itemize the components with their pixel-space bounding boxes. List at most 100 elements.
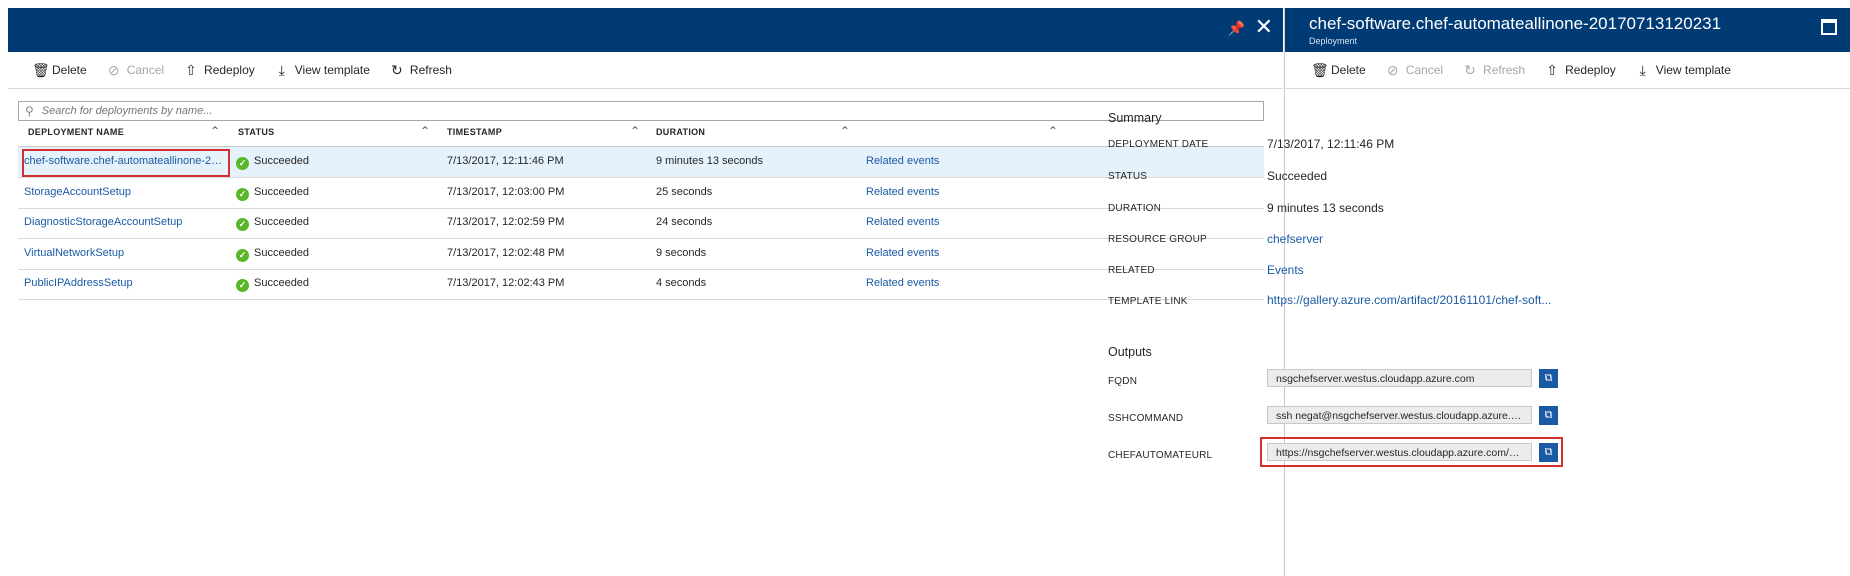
outputs-heading: Outputs xyxy=(1108,345,1152,359)
deployment-name-link[interactable]: VirtualNetworkSetup xyxy=(24,247,224,259)
close-icon[interactable]: ✕ xyxy=(1255,14,1273,40)
toolbar-button-label: Cancel xyxy=(126,63,165,77)
status-text: Succeeded xyxy=(254,277,310,289)
success-check-icon: ✓ xyxy=(236,218,249,231)
output-label-fqdn: FQDN xyxy=(1108,376,1138,387)
download-icon: ⤓ xyxy=(1639,61,1646,78)
download-icon: ⤓ xyxy=(278,61,285,78)
related-events-link[interactable]: Related events xyxy=(866,216,939,228)
sort-icon[interactable]: ⌃ xyxy=(840,124,850,138)
sort-icon[interactable]: ⌃ xyxy=(1048,124,1058,138)
table-header: DEPLOYMENT NAME ⌃ STATUS ⌃ TIMESTAMP ⌃ D… xyxy=(18,122,1264,147)
right-delete-button[interactable]: 🗑 Delete xyxy=(1311,62,1366,79)
timestamp-cell: 7/13/2017, 12:02:43 PM xyxy=(447,277,565,289)
success-check-icon: ✓ xyxy=(236,248,249,262)
template-link-label: TEMPLATE LINK xyxy=(1108,296,1188,307)
toolbar-button-label: Delete xyxy=(1331,63,1366,77)
status-text: Succeeded xyxy=(254,155,310,167)
status-cell: ✓ Succeeded xyxy=(236,155,309,170)
selected-row-highlight xyxy=(22,149,230,177)
deployment-details-blade: chef-software.chef-automateallinone-2017… xyxy=(1284,8,1850,576)
timestamp-cell: 7/13/2017, 12:02:48 PM xyxy=(447,246,565,259)
timestamp-cell: 7/13/2017, 12:11:46 PM xyxy=(447,155,564,167)
column-header-duration[interactable]: DURATION xyxy=(656,127,705,137)
left-delete-button[interactable]: 🗑 Delete xyxy=(32,62,87,79)
sort-icon[interactable]: ⌃ xyxy=(420,124,430,138)
output-field-fqdn[interactable]: nsgchefserver.westus.cloudapp.azure.com xyxy=(1267,369,1532,387)
cancel-icon: ⊘ xyxy=(1386,61,1399,78)
copy-icon: ⧉ xyxy=(1544,372,1553,384)
output-highlight xyxy=(1260,437,1563,467)
duration-cell: 4 seconds xyxy=(656,277,707,289)
left-view-template-button[interactable]: ⤓ View template xyxy=(275,62,370,79)
trash-icon: 🗑 xyxy=(1311,61,1329,78)
toolbar-button-label: Cancel xyxy=(1405,63,1444,77)
details-subtitle: Deployment xyxy=(1309,36,1358,46)
template-link[interactable]: https://gallery.azure.com/artifact/20161… xyxy=(1267,293,1551,307)
output-label-sshcommand: SSHCOMMAND xyxy=(1108,413,1184,424)
right-view-template-button[interactable]: ⤓ View template xyxy=(1636,62,1731,79)
toolbar-button-label: Delete xyxy=(52,63,87,77)
column-header-status[interactable]: STATUS xyxy=(238,127,274,137)
success-check-icon: ✓ xyxy=(236,279,249,292)
left-refresh-button[interactable]: ↻ Refresh xyxy=(390,62,452,79)
refresh-icon: ↻ xyxy=(1464,61,1476,78)
refresh-icon: ↻ xyxy=(391,61,403,78)
maximize-icon[interactable] xyxy=(1821,19,1837,35)
related-label: RELATED xyxy=(1108,265,1155,276)
deployment-date-value: 7/13/2017, 12:11:46 PM xyxy=(1267,137,1395,151)
status-value: Succeeded xyxy=(1267,169,1328,183)
trash-icon: 🗑 xyxy=(32,61,50,78)
redeploy-icon: ⇧ xyxy=(185,61,197,78)
duration-cell: 9 minutes 13 seconds xyxy=(656,155,764,167)
timestamp-cell: 7/13/2017, 12:02:59 PM xyxy=(447,216,565,228)
summary-heading: Summary xyxy=(1108,111,1162,125)
related-events-link[interactable]: Related events xyxy=(866,277,939,289)
sort-icon[interactable]: ⌃ xyxy=(630,124,640,138)
details-toolbar: 🗑 Delete ⊘ Cancel ↻ Refresh ⇧ Redeploy ⤓ View tem… xyxy=(1285,52,1850,89)
column-header-deployment-name[interactable]: DEPLOYMENT NAME xyxy=(28,127,124,137)
table-row[interactable]: StorageAccountSetup ✓ Succeeded 7/13/2017, … xyxy=(18,178,1264,209)
deployment-name-link[interactable]: DiagnosticStorageAccountSetup xyxy=(24,216,224,228)
status-cell: ✓ Succeeded xyxy=(236,216,309,231)
deployment-name-link[interactable]: PublicIPAddressSetup xyxy=(24,277,224,289)
column-header-timestamp[interactable]: TIMESTAMP xyxy=(447,127,502,137)
status-label: STATUS xyxy=(1108,171,1148,182)
left-cancel-button: ⊘ Cancel xyxy=(107,62,164,79)
related-events-link[interactable]: Related events xyxy=(866,155,939,167)
status-cell: ✓ Succeeded xyxy=(236,186,309,201)
search-input[interactable] xyxy=(39,104,1224,118)
deployment-date-label: DEPLOYMENT DATE xyxy=(1108,139,1209,150)
resource-group-link[interactable]: chefserver xyxy=(1267,232,1323,246)
resource-group-label: RESOURCE GROUP xyxy=(1108,234,1207,245)
status-text: Succeeded xyxy=(254,216,310,228)
copy-button-fqdn[interactable]: ⧉ xyxy=(1539,369,1558,388)
details-titlebar: chef-software.chef-automateallinone-2017… xyxy=(1285,8,1850,52)
related-events-link[interactable]: Events xyxy=(1267,263,1304,277)
table-row[interactable]: PublicIPAddressSetup ✓ Succeeded 7/13/2017,… xyxy=(18,269,1264,300)
related-events-link[interactable]: Related events xyxy=(866,247,939,259)
status-cell: ✓ Succeeded xyxy=(236,247,309,262)
success-check-icon: ✓ xyxy=(236,187,249,201)
copy-icon: ⧉ xyxy=(1544,409,1553,421)
toolbar-button-label: Redeploy xyxy=(1565,63,1616,77)
status-text: Succeeded xyxy=(254,185,310,198)
toolbar-button-label: Redeploy xyxy=(204,63,255,77)
details-title: chef-software.chef-automateallinone-2017… xyxy=(1309,14,1722,33)
right-redeploy-button[interactable]: ⇧ Redeploy xyxy=(1545,62,1616,79)
search-box[interactable]: ⚲ xyxy=(18,101,1264,121)
search-icon: ⚲ xyxy=(25,104,34,118)
duration-cell: 25 seconds xyxy=(656,185,713,198)
success-check-icon: ✓ xyxy=(236,157,249,170)
output-field-sshcommand[interactable]: ssh negat@nsgchefserver.westus.cloudapp.… xyxy=(1267,406,1532,424)
timestamp-cell: 7/13/2017, 12:03:00 PM xyxy=(447,185,565,198)
table-row[interactable]: VirtualNetworkSetup ✓ Succeeded 7/13/2017, … xyxy=(18,239,1264,270)
left-redeploy-button[interactable]: ⇧ Redeploy xyxy=(184,62,255,79)
deployment-name-link[interactable]: StorageAccountSetup xyxy=(24,186,224,198)
copy-button-sshcommand[interactable]: ⧉ xyxy=(1539,406,1558,425)
related-events-link[interactable]: Related events xyxy=(866,186,939,198)
pin-icon[interactable]: 📌 xyxy=(1228,20,1245,37)
table-row[interactable]: DiagnosticStorageAccountSetup ✓ Succeeded 7… xyxy=(18,208,1264,239)
sort-icon[interactable]: ⌃ xyxy=(210,124,220,138)
redeploy-icon: ⇧ xyxy=(1546,61,1558,78)
